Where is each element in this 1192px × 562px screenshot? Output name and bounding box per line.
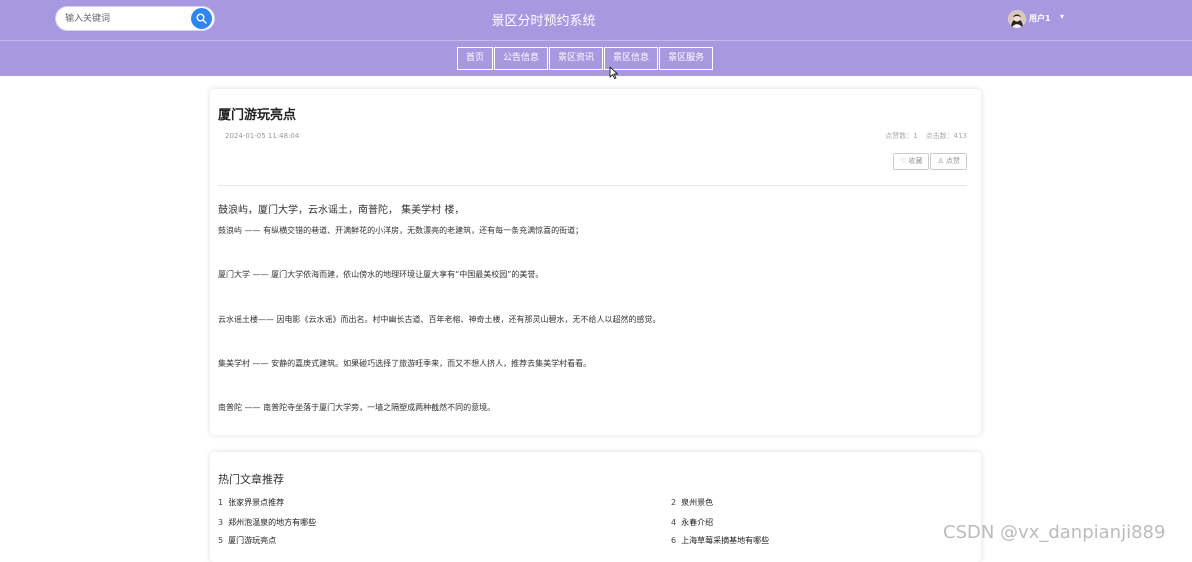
article-intro: 鼓浪屿，厦门大学，云水谣土，南普陀， 集美学村 楼，	[218, 205, 465, 216]
watermark: CSDN @vx_danpianji889	[943, 522, 1166, 543]
hot-article-number: 6	[671, 536, 677, 545]
hot-article-number: 3	[218, 518, 224, 527]
nav-menu: 首页 公告信息 景区资讯 景区信息 景区服务	[457, 47, 714, 70]
hot-article-item[interactable]: 2 泉州景色	[671, 497, 713, 508]
like-label: 点赞	[946, 157, 960, 165]
favorite-button[interactable]: ♡ 收藏	[892, 153, 930, 170]
mouse-cursor-icon	[609, 66, 618, 80]
hot-article-item[interactable]: 1 张家界景点推荐	[218, 497, 284, 508]
article-card: 厦门游玩亮点 2024-01-05 11:48:04 点赞数：1 点击数：413 …	[210, 89, 981, 435]
hot-article-item[interactable]: 3 郑州泡温泉的地方有哪些	[218, 517, 316, 528]
nav-bar: 首页 公告信息 景区资讯 景区信息 景区服务	[0, 40, 1192, 76]
hot-article-item[interactable]: 4 永春介绍	[671, 517, 713, 528]
clicks-count: 点击数：413	[925, 132, 967, 140]
hot-article-link[interactable]: 厦门游玩亮点	[228, 536, 276, 545]
hot-article-link[interactable]: 郑州泡温泉的地方有哪些	[228, 518, 316, 527]
avatar[interactable]	[1008, 10, 1026, 28]
favorite-label: 收藏	[908, 157, 923, 165]
hot-article-link[interactable]: 张家界景点推荐	[228, 498, 284, 507]
article-paragraph: 云水谣土楼—— 因电影《云水谣》而出名。村中幽长古道、百年老榕、神奇土楼，还有那…	[218, 315, 661, 324]
hot-article-item[interactable]: 5 厦门游玩亮点	[218, 535, 276, 546]
likes-count: 点赞数：1	[885, 132, 918, 140]
avatar-image	[1008, 10, 1026, 28]
nav-item-announcements[interactable]: 公告信息	[494, 47, 549, 70]
hot-article-link[interactable]: 永春介绍	[681, 518, 713, 527]
chevron-down-icon[interactable]: ▾	[1060, 12, 1064, 21]
article-paragraph: 厦门大学 —— 厦门大学依海而建，依山傍水的地理环境让厦大享有“中国最美校园”的…	[218, 270, 544, 279]
username[interactable]: 用户1	[1029, 13, 1051, 24]
article-title: 厦门游玩亮点	[218, 108, 297, 123]
hot-article-number: 5	[218, 536, 224, 545]
heart-icon: ♡	[899, 157, 907, 165]
article-paragraph: 鼓浪屿 —— 有纵横交错的巷道、开满鲜花的小洋房，无数漂亮的老建筑，还有每一条充…	[218, 226, 584, 235]
hot-article-number: 2	[671, 498, 677, 507]
hot-article-number: 4	[671, 518, 677, 527]
hot-article-link[interactable]: 泉州景色	[681, 498, 713, 507]
nav-item-services[interactable]: 景区服务	[659, 47, 714, 70]
nav-item-home[interactable]: 首页	[457, 47, 494, 70]
article-paragraph: 南普陀 —— 南普陀寺坐落于厦门大学旁，一墙之隔塑成两种截然不同的意境。	[218, 403, 496, 412]
article-date: 2024-01-05 11:48:04	[225, 132, 300, 140]
divider	[218, 185, 967, 186]
site-title: 景区分时预约系统	[491, 14, 596, 29]
hot-article-item[interactable]: 6 上海草莓采摘基地有哪些	[671, 535, 769, 546]
hot-article-number: 1	[218, 498, 224, 507]
hot-article-link[interactable]: 上海草莓采摘基地有哪些	[681, 536, 769, 545]
top-header: 景区分时预约系统 用户1 ▾	[0, 0, 1192, 40]
like-button[interactable]: ♙ 点赞	[930, 153, 967, 170]
nav-item-news[interactable]: 景区资讯	[549, 47, 604, 70]
article-actions: ♡ 收藏 ♙ 点赞	[892, 153, 967, 170]
hot-articles-card: 热门文章推荐 1 张家界景点推荐 2 泉州景色 3 郑州泡温泉的地方有哪些 4 永春介绍…	[210, 452, 981, 562]
hot-articles-title: 热门文章推荐	[218, 473, 284, 486]
article-stats: 点赞数：1 点击数：413	[877, 131, 967, 141]
thumbs-up-icon: ♙	[937, 157, 944, 165]
article-paragraph: 集美学村 —— 安静的嘉庚式建筑。如果碰巧选择了旅游旺季来，而又不想人挤人，推荐…	[218, 359, 592, 368]
